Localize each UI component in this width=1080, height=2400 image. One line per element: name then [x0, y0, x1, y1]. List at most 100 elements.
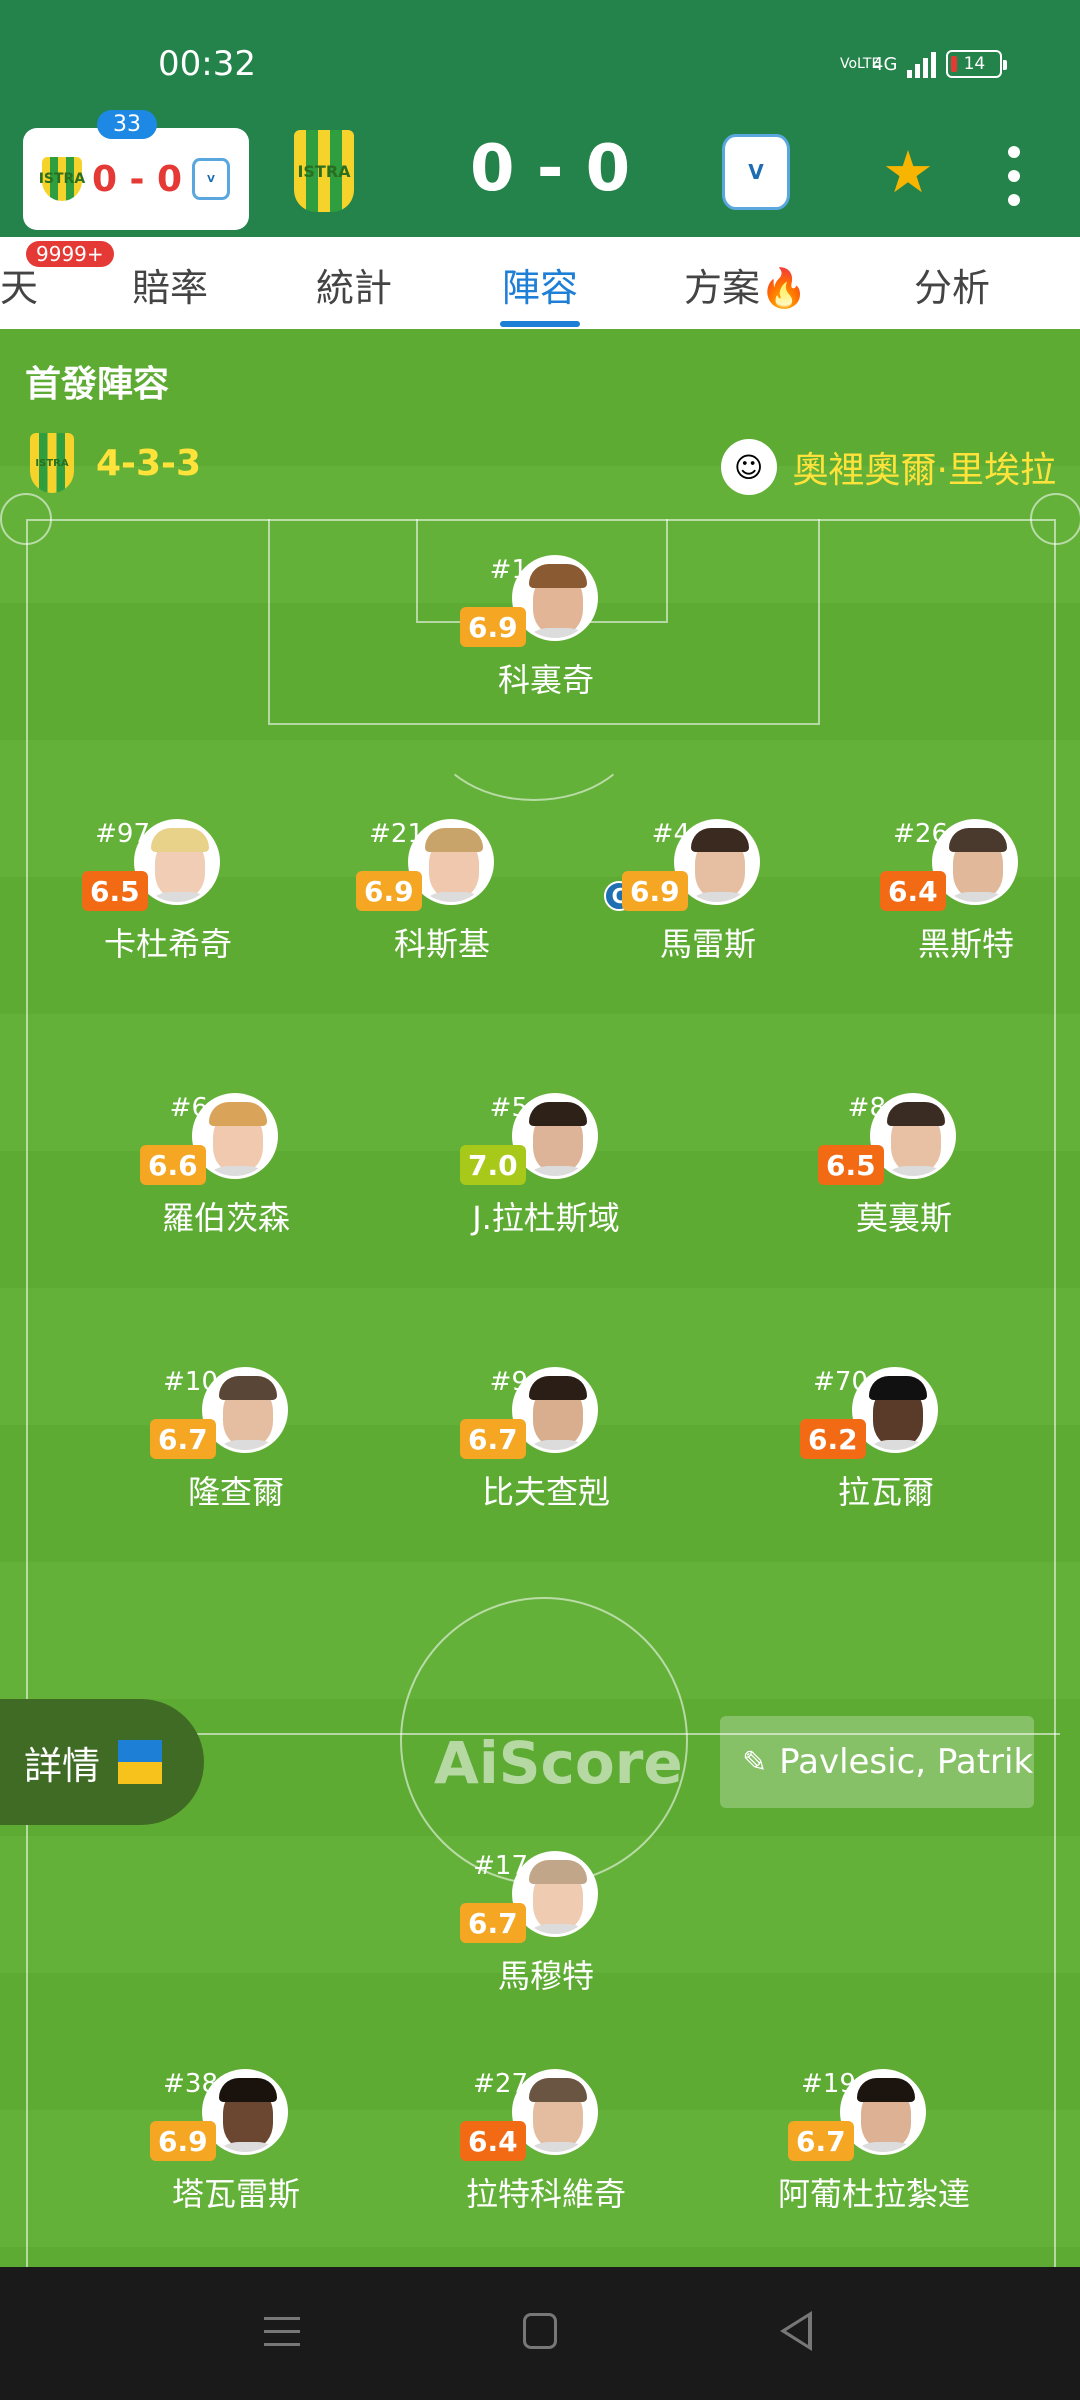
home-team-crest-icon: ISTRA: [30, 433, 74, 493]
home-icon[interactable]: [523, 2313, 557, 2349]
player-card[interactable]: #6 6.6 羅伯茨森: [126, 1093, 326, 1253]
player-rating: 6.9: [622, 871, 688, 911]
player-number: #70: [813, 1367, 868, 1397]
player-number: #21: [369, 819, 424, 849]
player-name: 黑斯特: [917, 925, 1014, 963]
player-name: 羅伯茨森: [161, 1199, 290, 1237]
player-name: J.拉杜斯域: [472, 1199, 620, 1237]
player-name: 馬穆特: [497, 1957, 594, 1995]
match-score: 0 - 0: [470, 132, 631, 206]
player-card[interactable]: #26 6.4 黑斯特: [866, 819, 1066, 979]
tab-lineup[interactable]: 陣容: [502, 257, 578, 312]
player-number: #97: [95, 819, 150, 849]
star-icon[interactable]: ★: [882, 138, 934, 206]
player-rating: 6.7: [460, 1419, 526, 1459]
home-team-crest-icon: ISTRA: [39, 157, 85, 201]
player-number: #27: [473, 2069, 528, 2099]
battery-level: 14: [963, 54, 986, 74]
away-team-crest-icon: V: [192, 158, 231, 200]
player-name: 隆查爾: [187, 1473, 284, 1511]
more-vertical-icon[interactable]: [1008, 146, 1020, 206]
whistle-icon: ✎: [742, 1744, 768, 1780]
player-card[interactable]: #8 6.5 莫裏斯: [804, 1093, 1004, 1253]
player-card[interactable]: #1 6.9 科裏奇: [446, 555, 646, 715]
back-icon[interactable]: [780, 2311, 812, 2351]
player-card[interactable]: #9 6.7 比夫查剋: [446, 1367, 646, 1527]
coach-name: 奧裡奧爾·里埃拉: [792, 450, 1056, 491]
referee-name: Pavlesic, Patrik: [779, 1742, 1034, 1782]
player-card[interactable]: #5 7.0 J.拉杜斯域: [446, 1093, 646, 1253]
player-number: #9: [489, 1367, 528, 1397]
player-name: 拉瓦爾: [837, 1473, 934, 1511]
player-name: 比夫查剋: [481, 1473, 610, 1511]
player-name: 拉特科維奇: [465, 2175, 626, 2213]
player-rating: 6.7: [460, 1903, 526, 1943]
player-card[interactable]: #19 6.7 阿葡杜拉紮達: [774, 2069, 974, 2229]
tab-bar: 天 9999+ 賠率 統計 陣容 方案🔥 分析: [0, 237, 1080, 329]
player-card[interactable]: #38 6.9 塔瓦雷斯: [136, 2069, 336, 2229]
player-rating: 6.5: [818, 1145, 884, 1185]
player-rating: 6.9: [356, 871, 422, 911]
player-name: 塔瓦雷斯: [171, 2175, 300, 2213]
player-rating: 6.4: [460, 2121, 526, 2161]
tab-analysis[interactable]: 分析: [914, 257, 990, 312]
player-card[interactable]: #4 C 6.9 馬雷斯: [604, 819, 808, 979]
player-rating: 6.4: [880, 871, 946, 911]
notification-badge: 9999+: [26, 241, 114, 267]
match-header: 00:32 VoLTE 4G 14 ISTRA 0 - 0 V 33 ISTRA…: [0, 0, 1080, 237]
section-title: 首發陣容: [25, 364, 170, 405]
player-rating: 6.9: [460, 607, 526, 647]
player-number: #8: [847, 1093, 886, 1123]
player-name: 科裏奇: [497, 661, 594, 699]
player-number: #38: [163, 2069, 218, 2099]
home-team-crest-icon[interactable]: ISTRA: [294, 130, 354, 212]
player-name: 阿葡杜拉紮達: [777, 2175, 970, 2213]
player-number: #5: [489, 1093, 528, 1123]
player-number: #17: [473, 1851, 528, 1881]
mini-scoreboard[interactable]: ISTRA 0 - 0 V: [23, 128, 249, 230]
flag-icon: [118, 1740, 163, 1784]
battery-icon: 14: [946, 50, 1008, 78]
signal-icon: [907, 50, 937, 78]
player-card[interactable]: #10 6.7 隆查爾: [136, 1367, 336, 1527]
player-card[interactable]: #17 6.7 馬穆特: [446, 1851, 646, 2011]
active-tab-indicator: [500, 321, 580, 327]
coach-avatar-icon: ☺: [720, 439, 777, 495]
player-number: #4: [651, 819, 690, 849]
player-rating: 7.0: [460, 1145, 526, 1185]
player-number: #10: [163, 1367, 218, 1397]
tab-plans[interactable]: 方案🔥: [684, 257, 807, 312]
details-label: 詳情: [24, 1743, 101, 1788]
details-button[interactable]: 詳情: [0, 1699, 204, 1825]
watermark-logo: AiScore: [434, 1729, 683, 1797]
away-team-crest-icon[interactable]: V: [722, 134, 790, 210]
tab-odds[interactable]: 賠率: [132, 257, 208, 312]
player-number: #1: [489, 555, 528, 585]
player-name: 卡杜希奇: [103, 925, 232, 963]
player-card[interactable]: #21 6.9 科斯基: [342, 819, 542, 979]
player-number: #6: [169, 1093, 208, 1123]
coach-info[interactable]: ☺ 奧裡奧爾·里埃拉: [720, 439, 1056, 495]
player-name: 科斯基: [393, 925, 490, 963]
player-rating: 6.2: [800, 1419, 866, 1459]
player-card[interactable]: #97 6.5 卡杜希奇: [68, 819, 268, 979]
player-rating: 6.7: [150, 1419, 216, 1459]
player-rating: 6.5: [82, 871, 148, 911]
system-nav-bar: [0, 2267, 1080, 2400]
formation-row: ISTRA 4-3-3: [30, 433, 201, 493]
referee-chip[interactable]: ✎ Pavlesic, Patrik: [720, 1716, 1034, 1808]
tab-stats[interactable]: 統計: [316, 257, 392, 312]
status-time: 00:32: [158, 44, 256, 84]
menu-icon[interactable]: [264, 2317, 300, 2346]
player-card[interactable]: #27 6.4 拉特科維奇: [446, 2069, 646, 2229]
player-card[interactable]: #70 6.2 拉瓦爾: [786, 1367, 986, 1527]
status-icons: VoLTE 4G 14: [840, 50, 1008, 78]
player-number: #26: [893, 819, 948, 849]
player-name: 馬雷斯: [659, 925, 756, 963]
player-name: 莫裏斯: [855, 1199, 952, 1237]
volte-label: VoLTE: [840, 56, 881, 72]
live-minute-badge: 33: [97, 110, 157, 139]
mini-score: 0 - 0: [91, 158, 183, 200]
player-rating: 6.9: [150, 2121, 216, 2161]
formation-label: 4-3-3: [96, 442, 202, 484]
